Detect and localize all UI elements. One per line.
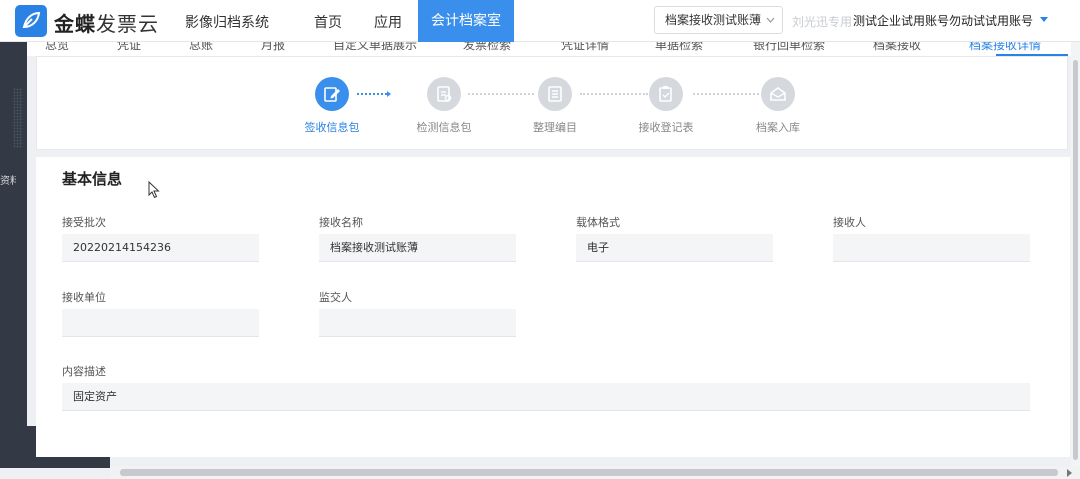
- close-tab-icon[interactable]: ×: [504, 0, 512, 4]
- chevron-down-icon: [766, 7, 775, 44]
- batch-label: 接受批次: [62, 216, 106, 229]
- top-header: 金蝶发票云 影像归档系统 首页 应用 会计档案室 × 档案接收测试账薄 刘光迅专…: [0, 0, 1080, 42]
- step-catalog-icon[interactable]: [538, 77, 572, 111]
- tab-invoice-search[interactable]: 发票检索: [463, 42, 511, 53]
- system-name: 影像归档系统: [185, 15, 269, 31]
- description-label: 内容描述: [62, 365, 106, 378]
- ledger-select-value: 档案接收测试账薄: [665, 13, 762, 27]
- nav-home[interactable]: 首页: [314, 12, 342, 32]
- tab-overview[interactable]: 总览: [45, 42, 69, 53]
- step-connector: [357, 93, 387, 95]
- receiver-label: 接收人: [833, 216, 866, 229]
- step-connector: [580, 93, 648, 95]
- step-label[interactable]: 接收登记表: [621, 119, 711, 135]
- receive-name-field[interactable]: 档案接收测试账薄: [319, 234, 516, 262]
- vertical-scrollbar[interactable]: [1071, 42, 1080, 466]
- progress-steps: 签收信息包 检测信息包 整理编目 接收登记表 档案入库: [36, 56, 1068, 150]
- tab-archive-receive[interactable]: 档案接收: [873, 42, 921, 53]
- vertical-scroll-thumb[interactable]: [1073, 60, 1078, 460]
- step-register-icon[interactable]: [649, 77, 683, 111]
- batch-field[interactable]: 20220214154236: [62, 234, 259, 262]
- step-arrow-icon: [387, 91, 391, 97]
- basic-info-panel: 基本信息 接受批次 20220214154236 接收名称 档案接收测试账薄 载…: [36, 157, 1070, 457]
- tab-monthly-report[interactable]: 月报: [261, 42, 285, 53]
- receive-unit-label: 接收单位: [62, 291, 106, 304]
- sidebar-item-label[interactable]: 资料: [0, 172, 16, 187]
- step-inspect-icon[interactable]: [427, 77, 461, 111]
- description-field[interactable]: 固定资产: [62, 383, 1030, 411]
- tab-voucher[interactable]: 凭证: [117, 42, 141, 53]
- tab-ledger[interactable]: 总账: [189, 42, 213, 53]
- receive-unit-field[interactable]: [62, 309, 259, 337]
- carrier-format-field[interactable]: 电子: [576, 234, 773, 262]
- horizontal-scrollbar[interactable]: [110, 466, 1080, 479]
- supervisor-label: 监交人: [319, 291, 352, 304]
- carrier-format-label: 载体格式: [576, 216, 620, 229]
- step-sign-icon[interactable]: [315, 77, 349, 111]
- step-label[interactable]: 检测信息包: [399, 119, 489, 135]
- step-label[interactable]: 档案入库: [733, 119, 823, 135]
- nav-active-label: 会计档案室: [431, 13, 501, 29]
- supervisor-field[interactable]: [319, 309, 516, 337]
- receive-name-label: 接收名称: [319, 216, 363, 229]
- section-title: 基本信息: [62, 170, 123, 188]
- nav-accounting-archive[interactable]: 会计档案室 ×: [418, 0, 514, 42]
- tab-archive-receive-detail[interactable]: 档案接收详情: [969, 42, 1041, 53]
- ledger-select[interactable]: 档案接收测试账薄: [654, 6, 783, 34]
- tab-custom-documents[interactable]: 自定义单据展示: [333, 42, 417, 53]
- step-connector: [468, 93, 534, 95]
- step-label[interactable]: 签收信息包: [287, 119, 377, 135]
- sub-tabs: 总览 凭证 总账 月报 自定义单据展示 发票检索 凭证详情 单据检索 银行回单检…: [27, 42, 1080, 56]
- step-storage-icon[interactable]: [761, 77, 795, 111]
- sidebar: 资料: [0, 42, 27, 426]
- nav-apps[interactable]: 应用: [374, 12, 402, 32]
- company-name[interactable]: 测试企业试用账号勿动试试用账号: [853, 12, 1033, 29]
- company-dropdown-icon[interactable]: [1040, 17, 1048, 22]
- step-connector: [693, 93, 759, 95]
- horizontal-scroll-thumb[interactable]: [120, 469, 1058, 476]
- tab-bank-receipt-search[interactable]: 银行回单检索: [753, 42, 825, 53]
- mouse-cursor-icon: [148, 180, 160, 203]
- tab-voucher-detail[interactable]: 凭证详情: [561, 42, 609, 53]
- step-label[interactable]: 整理编目: [510, 119, 600, 135]
- brand-name: 金蝶发票云: [54, 12, 159, 36]
- user-name: 刘光迅专用: [792, 15, 853, 29]
- logo-icon[interactable]: [15, 5, 47, 37]
- scroll-right-icon[interactable]: [1067, 469, 1072, 477]
- sidebar-texture: [13, 88, 23, 148]
- tab-document-search[interactable]: 单据检索: [655, 42, 703, 53]
- receiver-field[interactable]: [833, 234, 1030, 262]
